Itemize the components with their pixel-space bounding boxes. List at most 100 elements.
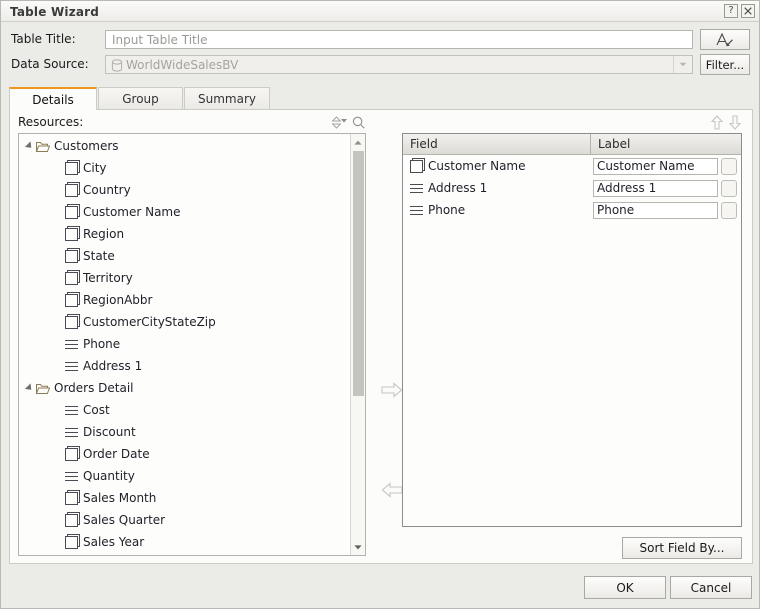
- field-icon: [65, 162, 78, 175]
- tree-item-label: Country: [83, 183, 131, 197]
- tree-item-region[interactable]: Region: [19, 223, 124, 245]
- tree-item-label: Cost: [83, 403, 110, 417]
- label-input[interactable]: Address 1: [593, 180, 718, 197]
- table-title-input[interactable]: Input Table Title: [105, 30, 693, 49]
- field-icon: [65, 492, 78, 505]
- label-input[interactable]: Phone: [593, 202, 718, 219]
- details-panel: Resources:: [9, 109, 753, 564]
- tree-item-city[interactable]: City: [19, 157, 107, 179]
- table-wizard-dialog: Table Wizard ? Table Title: Input Table …: [0, 0, 760, 609]
- data-source-dropdown-arrow[interactable]: [673, 56, 692, 73]
- resources-tree[interactable]: Customers City Country Customer Name Reg…: [18, 133, 366, 556]
- tree-item-country[interactable]: Country: [19, 179, 131, 201]
- label-options-button[interactable]: [721, 202, 737, 219]
- field-icon: [65, 514, 78, 527]
- tree-node-group[interactable]: Orders Detail: [19, 377, 134, 399]
- tree-item-discount[interactable]: Discount: [19, 421, 136, 443]
- selected-fields-grid[interactable]: Field Label Customer Name Customer Name …: [402, 133, 742, 527]
- data-source-label: Data Source:: [11, 57, 89, 71]
- tree-item-label: City: [83, 161, 107, 175]
- tree-node-label: Orders Detail: [54, 381, 134, 395]
- move-up-button[interactable]: [709, 114, 725, 130]
- memo-field-icon: [410, 205, 423, 216]
- tree-item-customercitystatezip[interactable]: CustomerCityStateZip: [19, 311, 216, 333]
- grid-row[interactable]: Phone Phone: [403, 199, 741, 221]
- tree-item-sales-year[interactable]: Sales Year: [19, 531, 144, 553]
- table-title-label: Table Title:: [11, 32, 76, 46]
- data-source-value-wrap: WorldWideSalesBV: [111, 58, 238, 72]
- grid-cell-label: Address 1: [591, 180, 741, 197]
- field-icon: [65, 228, 78, 241]
- scroll-down-button[interactable]: [351, 540, 365, 554]
- tab-group[interactable]: Group: [98, 87, 183, 109]
- cancel-button[interactable]: Cancel: [670, 576, 752, 599]
- tree-item-cost[interactable]: Cost: [19, 399, 110, 421]
- tree-item-label: Customer Name: [83, 205, 181, 219]
- tree-item-order-date[interactable]: Order Date: [19, 443, 150, 465]
- memo-field-icon: [65, 427, 78, 438]
- add-field-button[interactable]: [381, 382, 403, 400]
- tree-item-label: Order Date: [83, 447, 150, 461]
- dialog-footer: OK Cancel: [1, 565, 759, 608]
- tab-details[interactable]: Details: [9, 87, 97, 110]
- help-icon: ?: [728, 6, 733, 16]
- tree-item-regionabbr[interactable]: RegionAbbr: [19, 289, 152, 311]
- grid-row[interactable]: Customer Name Customer Name: [403, 155, 741, 177]
- tree-item-territory[interactable]: Territory: [19, 267, 133, 289]
- tree-item-label: State: [83, 249, 115, 263]
- tree-item-phone[interactable]: Phone: [19, 333, 120, 355]
- data-source-combobox[interactable]: WorldWideSalesBV: [105, 55, 693, 74]
- label-options-button[interactable]: [721, 180, 737, 197]
- tree-item-sales-quarter[interactable]: Sales Quarter: [19, 509, 165, 531]
- font-style-button[interactable]: [700, 29, 750, 50]
- tree-item-label: Sales Quarter: [83, 513, 165, 527]
- grid-header-field[interactable]: Field: [403, 134, 591, 155]
- search-button[interactable]: [350, 114, 366, 130]
- tab-summary[interactable]: Summary: [184, 87, 270, 109]
- field-icon: [65, 184, 78, 197]
- memo-field-icon: [65, 339, 78, 350]
- sort-field-by-button[interactable]: Sort Field By...: [622, 537, 742, 559]
- scroll-up-button[interactable]: [351, 135, 365, 149]
- sort-dropdown-caret-icon[interactable]: [341, 119, 347, 123]
- tree-item-state[interactable]: State: [19, 245, 115, 267]
- tree-item-quantity[interactable]: Quantity: [19, 465, 135, 487]
- tree-item-sales-month[interactable]: Sales Month: [19, 487, 156, 509]
- tree-item-customer-name[interactable]: Customer Name: [19, 201, 181, 223]
- grid-header-label[interactable]: Label: [591, 134, 741, 155]
- arrow-left-icon: [381, 482, 403, 498]
- tab-strip: Details Group Summary: [9, 87, 753, 109]
- tree-vertical-scrollbar[interactable]: [350, 134, 365, 555]
- expand-collapse-icon[interactable]: [25, 383, 34, 392]
- grid-header-row: Field Label: [403, 134, 741, 155]
- close-button[interactable]: [741, 4, 755, 18]
- grid-field-name: Customer Name: [428, 159, 526, 173]
- tree-item-label: Region: [83, 227, 124, 241]
- tree-item-label: Phone: [83, 337, 120, 351]
- scrollbar-thumb[interactable]: [353, 151, 364, 396]
- expand-collapse-icon[interactable]: [25, 141, 34, 150]
- arrow-up-icon: [711, 115, 723, 130]
- font-style-icon: [715, 32, 735, 47]
- tree-node-group[interactable]: Customers: [19, 135, 119, 157]
- ok-button[interactable]: OK: [584, 576, 666, 599]
- database-icon: [111, 59, 123, 72]
- memo-field-icon: [410, 183, 423, 194]
- move-down-button[interactable]: [727, 114, 743, 130]
- label-options-button[interactable]: [721, 158, 737, 175]
- tree-item-label: RegionAbbr: [83, 293, 152, 307]
- tree-item-label: CustomerCityStateZip: [83, 315, 216, 329]
- help-button[interactable]: ?: [724, 4, 738, 18]
- tree-item-label: Sales Month: [83, 491, 156, 505]
- tree-item-address-1[interactable]: Address 1: [19, 355, 142, 377]
- filter-button[interactable]: Filter...: [700, 54, 750, 75]
- caret-up-icon: [354, 140, 362, 145]
- tree-item-label: Territory: [83, 271, 133, 285]
- remove-field-button[interactable]: [381, 482, 403, 500]
- field-icon: [65, 448, 78, 461]
- grid-cell-field: Phone: [403, 203, 591, 217]
- grid-row[interactable]: Address 1 Address 1: [403, 177, 741, 199]
- tree-item-label: Discount: [83, 425, 136, 439]
- label-input[interactable]: Customer Name: [593, 158, 718, 175]
- tree-item-label: Sales Year: [83, 535, 144, 549]
